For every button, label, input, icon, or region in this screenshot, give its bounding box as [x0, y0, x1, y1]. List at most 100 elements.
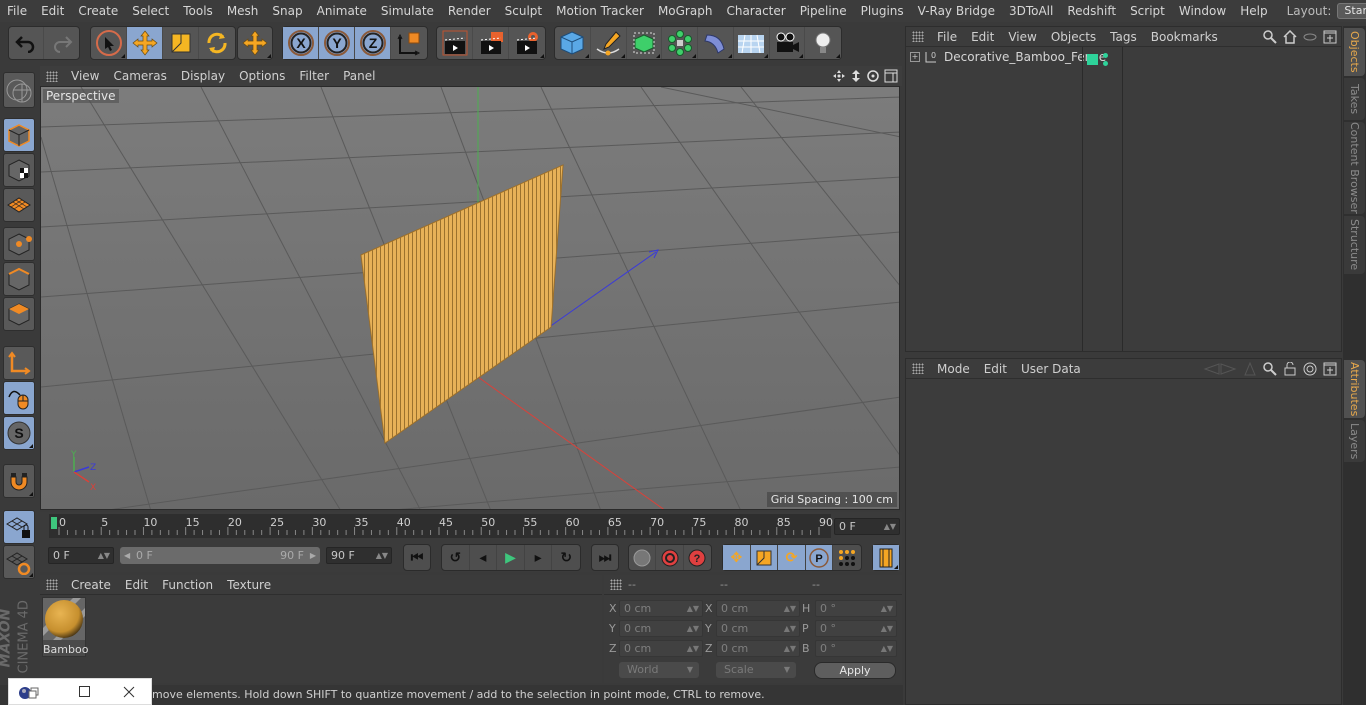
- end-frame-field[interactable]: 90 F ▲▼: [326, 547, 392, 564]
- layout-select[interactable]: Startup: [1337, 3, 1366, 19]
- polygons-mode-icon[interactable]: [3, 297, 35, 331]
- object-menu-objects[interactable]: Objects: [1044, 30, 1103, 44]
- record-key-icon[interactable]: [629, 545, 657, 570]
- back-forward-icon[interactable]: [1203, 362, 1237, 376]
- panel-grip-icon[interactable]: [610, 579, 622, 590]
- menu-file[interactable]: File: [0, 4, 34, 18]
- home-icon[interactable]: [1283, 29, 1297, 44]
- menu-simulate[interactable]: Simulate: [374, 4, 441, 18]
- position-z-field[interactable]: 0 cm ▲▼: [619, 640, 703, 657]
- param-track-icon[interactable]: P: [805, 545, 834, 570]
- menu-pipeline[interactable]: Pipeline: [793, 4, 854, 18]
- snap-magnet-icon[interactable]: [3, 464, 35, 498]
- cube-icon[interactable]: [555, 27, 591, 59]
- size-z-field[interactable]: 0 cm ▲▼: [716, 640, 800, 657]
- rotate-view-icon[interactable]: [866, 69, 880, 83]
- move-icon[interactable]: [127, 27, 163, 59]
- panel-grip-icon[interactable]: [912, 31, 924, 42]
- menu-snap[interactable]: Snap: [265, 4, 309, 18]
- render-visibility-dot[interactable]: [1103, 61, 1108, 66]
- attr-menu-edit[interactable]: Edit: [977, 362, 1014, 376]
- menu-mograph[interactable]: MoGraph: [651, 4, 720, 18]
- link-icon[interactable]: [1303, 30, 1317, 44]
- make-editable-icon[interactable]: [3, 72, 35, 108]
- keyframe-selection-icon[interactable]: ?: [684, 545, 711, 570]
- scale-icon[interactable]: [163, 27, 199, 59]
- workplane-lock-icon[interactable]: [3, 510, 35, 544]
- attr-menu-user-data[interactable]: User Data: [1014, 362, 1088, 376]
- subdivision-icon[interactable]: [627, 27, 663, 59]
- tab-attributes[interactable]: Attributes: [1344, 360, 1365, 418]
- editor-visibility-dot[interactable]: [1103, 53, 1108, 58]
- menu-create[interactable]: Create: [71, 4, 125, 18]
- expand-icon[interactable]: +: [910, 52, 920, 62]
- menu-render[interactable]: Render: [441, 4, 498, 18]
- apply-button[interactable]: Apply: [814, 662, 896, 679]
- attr-menu-mode[interactable]: Mode: [930, 362, 977, 376]
- floor-icon[interactable]: [734, 27, 770, 59]
- panel-grip-icon[interactable]: [46, 70, 58, 82]
- menu-edit[interactable]: Edit: [34, 4, 71, 18]
- render-settings-icon[interactable]: [509, 27, 545, 59]
- material-menu-texture[interactable]: Texture: [220, 578, 278, 592]
- material-menu-function[interactable]: Function: [155, 578, 220, 592]
- zoom-view-icon[interactable]: [850, 69, 862, 83]
- viewport-menu-display[interactable]: Display: [174, 69, 232, 83]
- texture-mode-icon[interactable]: [3, 153, 35, 187]
- menu-select[interactable]: Select: [125, 4, 176, 18]
- timeline-window-icon[interactable]: [873, 545, 899, 570]
- edges-mode-icon[interactable]: [3, 262, 35, 296]
- pan-view-icon[interactable]: [832, 69, 846, 83]
- current-frame-field[interactable]: 0 F ▲▼: [834, 518, 900, 535]
- new-panel-icon[interactable]: [1323, 30, 1337, 44]
- menu-sculpt[interactable]: Sculpt: [498, 4, 549, 18]
- go-to-start-icon[interactable]: ⏮: [404, 545, 430, 570]
- autokey-icon[interactable]: [656, 545, 684, 570]
- workplane-icon[interactable]: [3, 188, 35, 222]
- x-axis-lock-icon[interactable]: X: [283, 27, 319, 59]
- menu-character[interactable]: Character: [719, 4, 792, 18]
- up-icon[interactable]: [1243, 361, 1257, 376]
- frame-range-slider[interactable]: ◀ 0 F 90 F ▶: [120, 547, 320, 564]
- object-menu-edit[interactable]: Edit: [964, 30, 1001, 44]
- z-axis-lock-icon[interactable]: Z: [355, 27, 391, 59]
- menu-3dtoall[interactable]: 3DToAll: [1002, 4, 1060, 18]
- menu-tools[interactable]: Tools: [176, 4, 220, 18]
- render-view-icon[interactable]: [437, 27, 473, 59]
- size-mode-select[interactable]: Scale ▼: [716, 662, 796, 678]
- rotation-p-field[interactable]: 0 ° ▲▼: [815, 620, 897, 637]
- tab-takes[interactable]: Takes: [1344, 78, 1365, 120]
- cloner-icon[interactable]: [662, 27, 698, 59]
- menu-script[interactable]: Script: [1123, 4, 1172, 18]
- close-icon[interactable]: [123, 686, 135, 698]
- deformer-icon[interactable]: [698, 27, 734, 59]
- step-back-icon[interactable]: ◂: [470, 545, 498, 570]
- tab-layers[interactable]: Layers: [1344, 420, 1365, 462]
- workplane-align-icon[interactable]: [3, 545, 35, 579]
- layer-color-swatch[interactable]: [1087, 54, 1098, 65]
- new-panel-icon[interactable]: [1323, 362, 1337, 376]
- object-row[interactable]: + 0 Decorative_Bamboo_Fence: [906, 47, 1343, 67]
- y-axis-lock-icon[interactable]: Y: [319, 27, 355, 59]
- viewport-menu-options[interactable]: Options: [232, 69, 292, 83]
- menu-motion-tracker[interactable]: Motion Tracker: [549, 4, 651, 18]
- scale-track-icon[interactable]: [750, 545, 779, 570]
- go-to-end-icon[interactable]: ⏭: [592, 545, 618, 570]
- rotate-icon[interactable]: [199, 27, 235, 59]
- viewport-menu-panel[interactable]: Panel: [336, 69, 382, 83]
- viewport-menu-cameras[interactable]: Cameras: [106, 69, 173, 83]
- position-y-field[interactable]: 0 cm ▲▼: [619, 620, 703, 637]
- live-selection-icon[interactable]: [91, 27, 127, 59]
- go-to-next-key-icon[interactable]: ↻: [552, 545, 580, 570]
- frame-ruler[interactable]: 0 5 10 15 20 25 30 35 40 45 50 55 60 65 70 75 80 85 90: [49, 514, 833, 538]
- play-icon[interactable]: ▶: [497, 545, 525, 570]
- rotation-b-field[interactable]: 0 ° ▲▼: [815, 640, 897, 657]
- undo-icon[interactable]: [9, 27, 45, 59]
- panel-grip-icon[interactable]: [46, 579, 58, 590]
- viewport-menu-view[interactable]: View: [64, 69, 106, 83]
- search-icon[interactable]: [1263, 361, 1277, 376]
- 3d-viewport[interactable]: Y Z X Perspective Grid Spacing : 100 cm: [40, 86, 900, 510]
- target-icon[interactable]: [1303, 362, 1317, 376]
- viewport-menu-filter[interactable]: Filter: [292, 69, 336, 83]
- rotation-h-field[interactable]: 0 ° ▲▼: [815, 600, 897, 617]
